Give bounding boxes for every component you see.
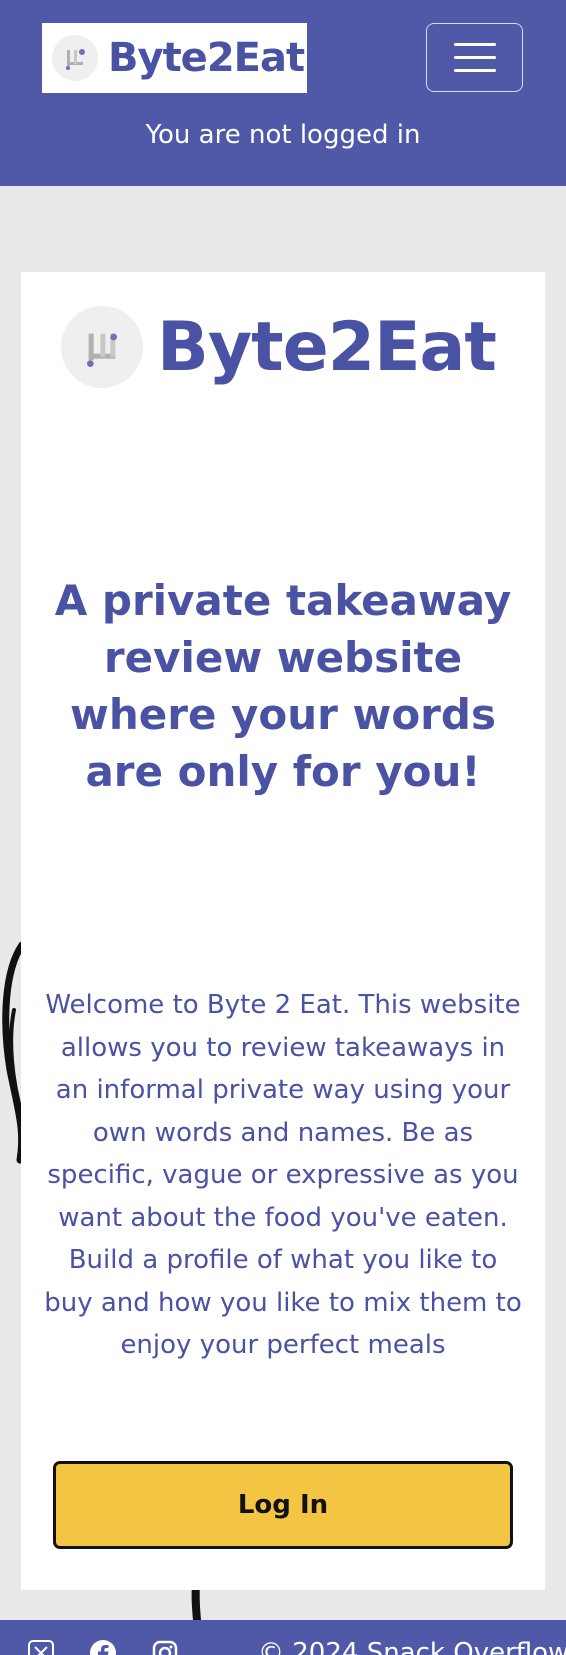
hamburger-menu-button[interactable]	[426, 23, 523, 92]
hamburger-menu-icon	[453, 43, 496, 46]
copyright-text: © 2024 Snack Overflow	[258, 1638, 566, 1655]
welcome-paragraph: Welcome to Byte 2 Eat. This website allo…	[44, 990, 522, 1360]
welcome-card: Byte2Eat A private takeaway review websi…	[21, 272, 545, 1590]
byte2eat-logo-icon	[52, 35, 98, 81]
brand-logo-link[interactable]: Byte2Eat	[42, 23, 307, 93]
hero-brand: Byte2Eat	[61, 302, 521, 392]
x-twitter-icon[interactable]	[26, 1638, 56, 1655]
hamburger-menu-icon-bar	[453, 69, 496, 72]
hero-brand-name: Byte2Eat	[157, 307, 497, 387]
login-button[interactable]: Log In	[53, 1461, 513, 1549]
instagram-icon[interactable]	[150, 1638, 180, 1655]
byte2eat-logo-icon	[61, 306, 143, 388]
brand-name: Byte2Eat	[108, 35, 305, 81]
footer: © 2024 Snack Overflow	[0, 1620, 566, 1655]
login-status-text: You are not logged in	[145, 120, 421, 150]
top-navbar: Byte2Eat You are not logged in	[0, 0, 566, 186]
hero-tagline: A private takeaway review website where …	[54, 576, 512, 796]
facebook-icon[interactable]	[88, 1638, 118, 1655]
hamburger-menu-icon-bar	[453, 56, 496, 59]
